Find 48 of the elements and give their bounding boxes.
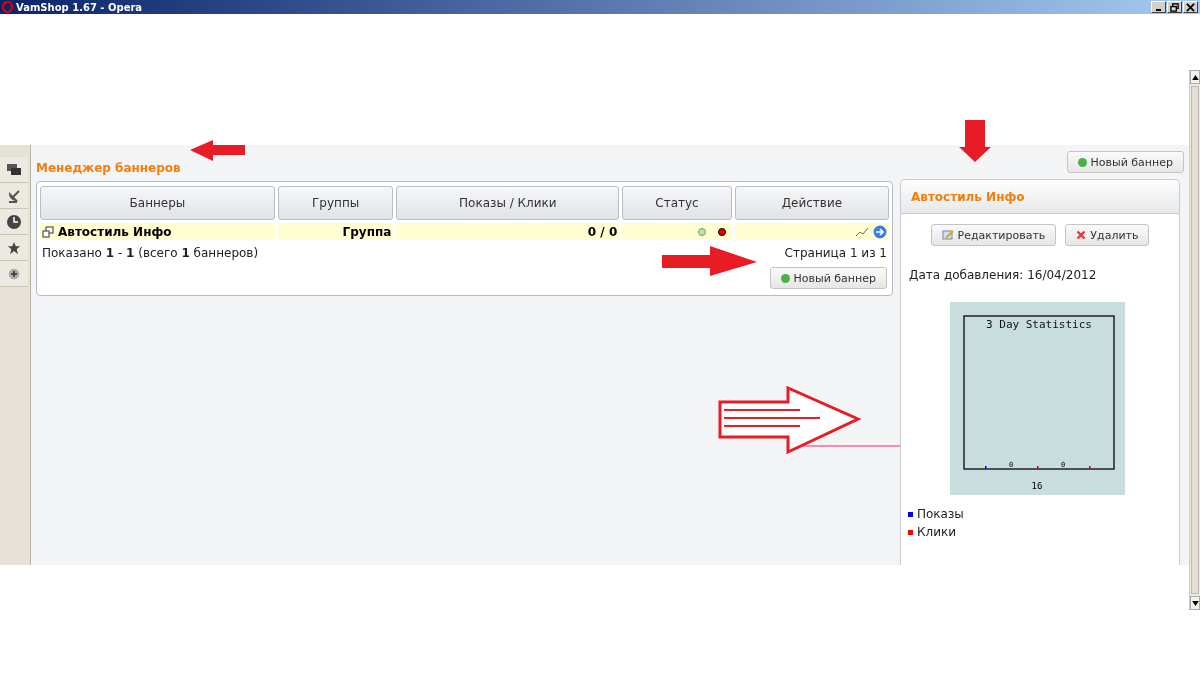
delete-button[interactable]: Удалить	[1065, 224, 1150, 246]
restore-button[interactable]	[1167, 1, 1182, 13]
annotation-arrow	[959, 120, 991, 162]
tick-mark	[1089, 466, 1091, 469]
column-header[interactable]: Статус	[622, 186, 732, 220]
column-header[interactable]: Группы	[277, 186, 394, 220]
status-dot[interactable]	[717, 227, 726, 236]
annotation-arrow	[190, 140, 245, 161]
arrow-circle-icon[interactable]	[873, 224, 887, 239]
add-panel-icon[interactable]	[0, 261, 28, 287]
tick-mark	[1037, 466, 1039, 469]
panel-title: Автостиль Инфо	[901, 180, 1179, 214]
line-chart-icon[interactable]	[855, 225, 869, 238]
new-banner-button[interactable]: Новый баннер	[769, 267, 887, 289]
axis-label: 16	[1031, 481, 1043, 491]
date-added: Дата добавления: 16/04/2012	[909, 268, 1098, 282]
satellite-dish-icon[interactable]	[0, 183, 28, 209]
table-cell: 0 / 0	[396, 223, 620, 240]
tick-mark	[985, 466, 987, 469]
edit-button[interactable]: Редактировать	[930, 224, 1057, 246]
new-banner-button[interactable]: Новый баннер	[1066, 151, 1184, 173]
legend-label: Показы	[917, 507, 964, 521]
column-header[interactable]: Действие	[734, 186, 889, 220]
restore-icon	[1170, 2, 1179, 12]
scroll-up-icon[interactable]	[1191, 74, 1199, 80]
pencil-icon	[941, 229, 954, 241]
clock-icon[interactable]	[0, 209, 28, 235]
minimize-button[interactable]	[1151, 1, 1166, 13]
opera-logo-icon	[2, 1, 13, 13]
banner-name[interactable]: Автостиль Инфо	[58, 224, 172, 239]
minimize-icon	[1156, 8, 1161, 11]
window-title: VamShop 1.67 - Opera	[16, 1, 144, 13]
close-icon	[1186, 2, 1195, 12]
column-header[interactable]: Показы / Клики	[396, 186, 620, 220]
table-cell: Группа	[277, 223, 394, 240]
legend-label: Клики	[917, 525, 957, 539]
close-icon	[1076, 230, 1087, 240]
pagination-text: Страница 1 из 1	[784, 246, 887, 260]
chart-title: 3 Day Statistics	[986, 318, 1092, 331]
column-header[interactable]: Баннеры	[40, 186, 275, 220]
scroll-down-icon[interactable]	[1191, 600, 1199, 606]
windows-icon	[42, 225, 54, 238]
panels-icon[interactable]	[0, 157, 28, 183]
close-button[interactable]	[1183, 1, 1198, 13]
page-title: Менеджер баннеров	[36, 160, 182, 177]
scrollbar[interactable]	[1189, 70, 1200, 610]
summary-text: Показано 1 - 1 (всего 1 баннеров)	[42, 246, 259, 262]
status-dot[interactable]	[697, 227, 706, 236]
